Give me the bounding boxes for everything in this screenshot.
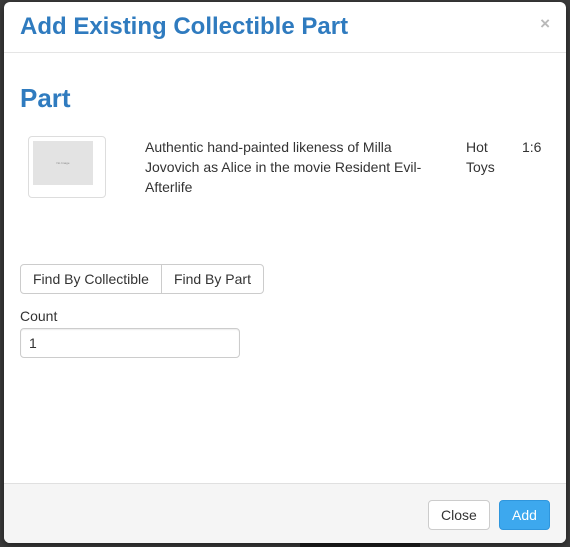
part-thumbnail: No Image <box>28 136 106 198</box>
add-existing-part-modal: Add Existing Collectible Part × Part No … <box>4 2 566 543</box>
add-button[interactable]: Add <box>499 500 550 530</box>
part-scale: 1:6 <box>522 139 542 155</box>
modal-header: Add Existing Collectible Part × <box>4 2 566 53</box>
part-description: Authentic hand-painted likeness of Milla… <box>145 139 422 195</box>
find-button-group: Find By Collectible Find By Part <box>20 264 264 294</box>
count-input[interactable] <box>20 328 240 358</box>
close-button[interactable]: Close <box>428 500 490 530</box>
part-manufacturer: Hot Toys <box>466 139 495 175</box>
find-by-collectible-button[interactable]: Find By Collectible <box>20 264 162 294</box>
image-placeholder: No Image <box>33 141 93 185</box>
modal-footer: Close Add <box>4 483 566 543</box>
find-by-part-button[interactable]: Find By Part <box>160 264 264 294</box>
part-heading: Part <box>20 83 71 113</box>
image-placeholder-text: No Image <box>56 161 70 165</box>
count-label: Count <box>20 308 58 324</box>
modal-title: Add Existing Collectible Part <box>20 13 349 40</box>
close-icon[interactable]: × <box>540 14 550 34</box>
